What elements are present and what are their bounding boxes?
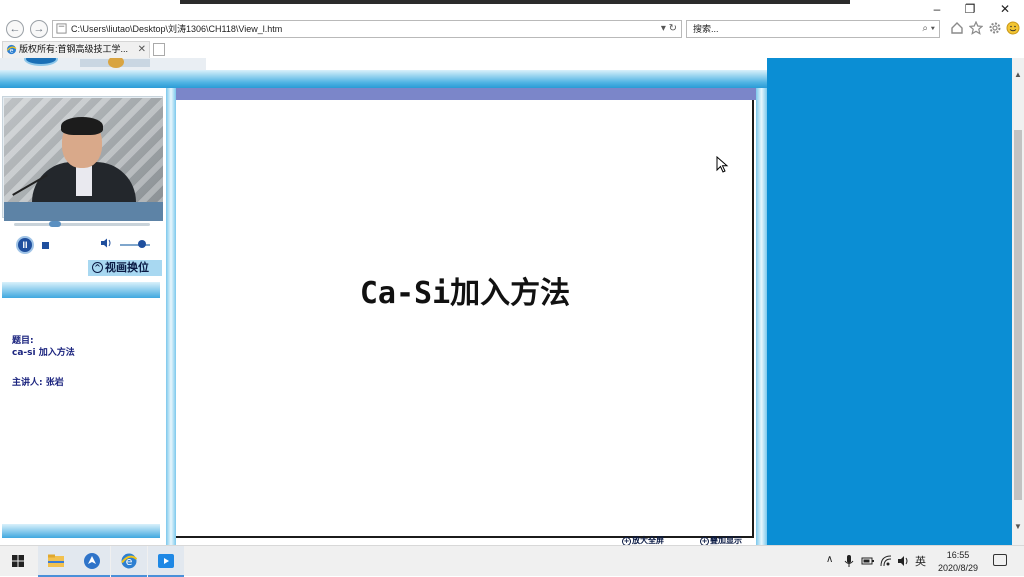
internet-explorer-button[interactable]: e — [111, 546, 147, 577]
plus-icon: + — [622, 537, 631, 545]
slide-area: Ca-Si加入方法 — [176, 100, 754, 538]
vertical-scrollbar[interactable]: ▲ ▼ — [1012, 58, 1024, 545]
slide-title: Ca-Si加入方法 — [359, 276, 571, 311]
video-player[interactable] — [2, 96, 163, 221]
pause-button[interactable]: II — [16, 236, 34, 254]
ime-indicator[interactable]: 英 — [915, 553, 926, 569]
folder-icon — [48, 554, 64, 567]
search-placeholder: 搜索... — [693, 24, 719, 34]
gear-icon[interactable] — [988, 21, 1002, 35]
volume-thumb[interactable] — [138, 240, 146, 248]
file-explorer-button[interactable] — [38, 546, 74, 577]
courseware-page: II ^ 视画换位 题目: ca-si 加入方法 主讲人: 张岩 Ca-Si加入… — [0, 58, 767, 545]
refresh-icon[interactable]: ▾ ↻ — [661, 21, 677, 37]
lecture-title-label: 题目: — [12, 336, 34, 346]
address-bar[interactable]: C:\Users\liutao\Desktop\刘涛1306\CH118\Vie… — [52, 20, 682, 38]
enlarge-fullscreen-button[interactable]: + 放大全屏 — [622, 535, 664, 545]
microphone-icon[interactable] — [844, 555, 854, 567]
presenter-hair — [61, 117, 103, 135]
right-blue-area — [767, 58, 1012, 545]
speaker-icon[interactable] — [897, 555, 910, 567]
page-viewport: II ^ 视画换位 题目: ca-si 加入方法 主讲人: 张岩 Ca-Si加入… — [0, 58, 1024, 545]
smiley-icon[interactable] — [1006, 21, 1020, 35]
windows-icon — [12, 555, 24, 567]
search-icon[interactable]: ⌕ ▾ — [922, 21, 935, 37]
plus-icon: + — [700, 537, 709, 545]
desk — [4, 202, 163, 221]
star-icon[interactable] — [969, 21, 983, 35]
start-button[interactable] — [0, 546, 36, 577]
swap-view-label: 视画换位 — [105, 261, 149, 274]
header-band — [0, 70, 767, 88]
title-bar: – ❐ ✕ — [0, 0, 1024, 18]
title-accent-line — [180, 0, 850, 4]
battery-icon[interactable] — [861, 556, 875, 566]
lecture-speaker: 主讲人: 张岩 — [12, 378, 64, 388]
scroll-thumb[interactable] — [1014, 130, 1022, 500]
search-input[interactable]: 搜索... ⌕ ▾ — [686, 20, 940, 38]
minimize-button[interactable]: – — [922, 2, 952, 16]
browser-toolbar: ← → C:\Users\liutao\Desktop\刘涛1306\CH118… — [0, 18, 1024, 40]
close-button[interactable]: ✕ — [990, 2, 1020, 16]
taskbar: e ∧ 英 16:55 2020/8/29 — [0, 545, 1024, 577]
swap-view-button[interactable]: ^ 视画换位 — [88, 260, 162, 276]
tray-expand-icon[interactable]: ∧ — [826, 554, 833, 565]
site-logo — [0, 58, 206, 70]
clock-time: 16:55 — [946, 550, 970, 560]
tab-close-icon[interactable]: ✕ — [138, 42, 146, 57]
ie-icon: e — [121, 553, 138, 569]
volume-icon[interactable] — [100, 238, 112, 248]
swap-view-icon: ^ — [92, 262, 103, 273]
mouse-cursor-icon — [716, 156, 729, 173]
logo-emblem — [24, 58, 58, 66]
svg-text:e: e — [10, 46, 14, 54]
tab-current[interactable]: e 版权所有:首钢高级技工学... ✕ — [2, 41, 150, 58]
notification-icon[interactable] — [993, 554, 1007, 566]
address-text: C:\Users\liutao\Desktop\刘涛1306\CH118\Vie… — [71, 24, 283, 34]
stop-button[interactable] — [42, 242, 49, 249]
app-blue-icon — [84, 553, 100, 569]
tab-bar: e 版权所有:首钢高级技工学... ✕ — [0, 40, 1024, 58]
scroll-down-icon[interactable]: ▼ — [1012, 522, 1024, 531]
tab-title: 版权所有:首钢高级技工学... — [19, 44, 129, 54]
ie-icon: e — [6, 44, 17, 54]
new-tab-button[interactable] — [153, 43, 165, 56]
panel-divider — [166, 88, 176, 545]
info-gap — [12, 359, 162, 377]
page-icon — [56, 23, 67, 34]
presenter-shirt — [76, 166, 92, 196]
overlay-label: 叠加显示 — [710, 536, 742, 545]
media-app-icon — [158, 554, 174, 568]
overlay-display-button[interactable]: + 叠加显示 — [700, 535, 742, 545]
media-app-button[interactable] — [148, 546, 184, 577]
lecture-title-value: ca-si 加入方法 — [12, 348, 75, 358]
restore-button[interactable]: ❐ — [955, 2, 985, 16]
seek-thumb[interactable] — [48, 221, 61, 227]
slide-header-bar — [176, 88, 756, 100]
video-frame-image — [4, 98, 163, 221]
info-header-band — [2, 282, 160, 298]
enlarge-label: 放大全屏 — [632, 536, 664, 545]
info-footer-band — [2, 524, 160, 538]
back-button[interactable]: ← — [6, 20, 24, 38]
seek-bar[interactable] — [14, 223, 150, 226]
network-icon[interactable] — [880, 555, 892, 567]
left-panel: II ^ 视画换位 题目: ca-si 加入方法 主讲人: 张岩 — [0, 90, 166, 545]
clock-date: 2020/8/29 — [937, 563, 979, 573]
slide-right-border — [756, 88, 767, 545]
scroll-up-icon[interactable]: ▲ — [1012, 70, 1024, 79]
forward-button[interactable]: → — [30, 20, 48, 38]
system-clock[interactable]: 16:55 2020/8/29 — [930, 549, 986, 575]
home-icon[interactable] — [950, 21, 964, 35]
app-blue-button[interactable] — [74, 546, 110, 577]
svg-text:e: e — [126, 555, 133, 568]
lecture-info: 题目: ca-si 加入方法 主讲人: 张岩 — [12, 335, 162, 389]
